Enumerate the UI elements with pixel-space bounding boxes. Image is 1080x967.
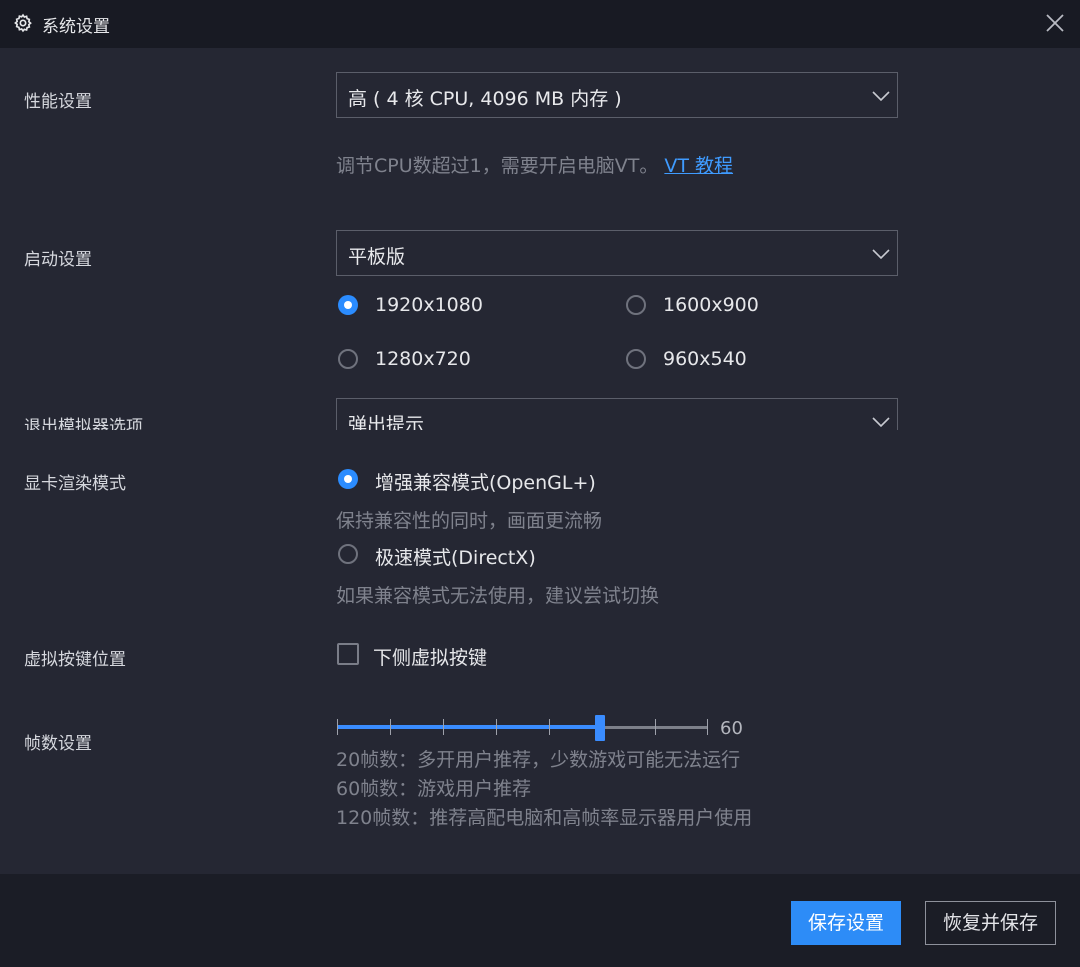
fps-label: 帧数设置 — [24, 734, 92, 754]
performance-label: 性能设置 — [24, 92, 92, 112]
fps-notes: 20帧数：多开用户推荐，少数游戏可能无法运行 60帧数：游戏用户推荐 120帧数… — [336, 746, 752, 833]
footer-bar: 保存设置 恢复并保存 — [0, 874, 1080, 967]
resolution-radio-1600x900[interactable] — [626, 295, 646, 315]
fps-slider-tick — [496, 719, 497, 735]
resolution-radio-1920x1080[interactable] — [338, 295, 358, 315]
window-title: 系统设置 — [42, 17, 110, 37]
exit-option-label: 退出模拟器选项 — [24, 417, 143, 430]
fps-slider-fill — [337, 725, 600, 729]
resolution-label-1920x1080: 1920x1080 — [375, 294, 483, 316]
performance-select[interactable]: 高 ( 4 核 CPU, 4096 MB 内存 ) — [336, 72, 898, 118]
fps-slider-tick — [390, 719, 391, 735]
fps-note-60: 60帧数：游戏用户推荐 — [336, 778, 532, 800]
resolution-radio-1280x720[interactable] — [338, 349, 358, 369]
chevron-down-icon — [871, 244, 891, 264]
fps-slider-tick — [707, 719, 708, 735]
fps-slider[interactable] — [337, 713, 709, 743]
resolution-label-1280x720: 1280x720 — [375, 348, 471, 370]
fps-note-20: 20帧数：多开用户推荐，少数游戏可能无法运行 — [336, 749, 741, 771]
resolution-label-960x540: 960x540 — [663, 348, 747, 370]
exit-option-selected-value: 弹出提示 — [348, 414, 425, 430]
fps-slider-handle[interactable] — [595, 715, 605, 741]
chevron-down-icon — [871, 86, 891, 106]
close-icon[interactable] — [1042, 10, 1068, 36]
resolution-radio-960x540[interactable] — [626, 349, 646, 369]
startup-selected-value: 平板版 — [348, 246, 406, 268]
gear-icon — [13, 13, 33, 33]
performance-selected-value: 高 ( 4 核 CPU, 4096 MB 内存 ) — [348, 88, 622, 110]
render-option-opengl: 增强兼容模式(OpenGL+) — [375, 472, 596, 494]
exit-option-select[interactable]: 弹出提示 — [336, 398, 898, 430]
render-option-directx-desc: 如果兼容模式无法使用，建议尝试切换 — [336, 585, 660, 607]
performance-hint: 调节CPU数超过1，需要开启电脑VT。 VT 教程 — [336, 151, 733, 178]
render-option-opengl-desc: 保持兼容性的同时，画面更流畅 — [336, 510, 603, 532]
virtual-keys-checkbox-label: 下侧虚拟按键 — [373, 647, 488, 669]
chevron-down-icon — [871, 412, 891, 430]
performance-hint-text: 调节CPU数超过1，需要开启电脑VT。 — [336, 155, 659, 177]
render-radio-directx[interactable] — [338, 544, 358, 564]
restore-and-save-button[interactable]: 恢复并保存 — [925, 901, 1056, 945]
vt-tutorial-link[interactable]: VT 教程 — [664, 155, 733, 177]
startup-select[interactable]: 平板版 — [336, 230, 898, 276]
virtual-keys-checkbox[interactable] — [337, 643, 359, 665]
render-option-directx: 极速模式(DirectX) — [375, 547, 536, 569]
virtual-keys-label: 虚拟按键位置 — [24, 650, 126, 670]
save-settings-button[interactable]: 保存设置 — [791, 901, 901, 945]
fps-slider-tick — [549, 719, 550, 735]
fps-slider-tick — [655, 719, 656, 735]
fps-slider-tick — [337, 719, 338, 735]
render-mode-label: 显卡渲染模式 — [24, 474, 126, 494]
fps-note-120: 120帧数：推荐高配电脑和高帧率显示器用户使用 — [336, 807, 753, 829]
render-radio-opengl[interactable] — [338, 469, 358, 489]
fps-slider-tick — [443, 719, 444, 735]
settings-panel: 性能设置 高 ( 4 核 CPU, 4096 MB 内存 ) 调节CPU数超过1… — [0, 48, 1080, 874]
resolution-label-1600x900: 1600x900 — [663, 294, 759, 316]
startup-label: 启动设置 — [24, 250, 92, 270]
fps-value: 60 — [720, 718, 743, 739]
exit-option-row: 退出模拟器选项 弹出提示 — [0, 388, 1080, 430]
title-bar: 系统设置 — [0, 0, 1080, 49]
